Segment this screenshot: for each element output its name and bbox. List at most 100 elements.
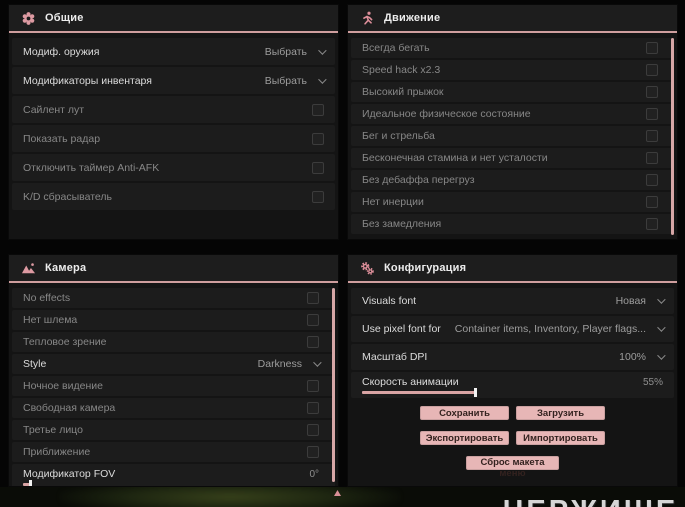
setting-row[interactable]: Третье лицо xyxy=(12,420,335,440)
config-button[interactable]: Импортировать xyxy=(516,431,605,445)
slider-fill xyxy=(362,391,475,394)
setting-row[interactable]: Всегда бегать xyxy=(351,38,674,58)
checkbox[interactable] xyxy=(307,336,319,348)
setting-row[interactable]: Без замедления xyxy=(351,214,674,234)
dropdown-value: Новая xyxy=(615,295,646,307)
dropdown[interactable]: Container items, Inventory, Player flags… xyxy=(455,323,666,335)
dropdown[interactable]: Выбрать xyxy=(264,74,327,87)
checkbox[interactable] xyxy=(646,218,658,230)
dropdown[interactable]: 100% xyxy=(619,351,666,363)
setting-label: Всегда бегать xyxy=(362,42,430,54)
dropdown-value: 100% xyxy=(619,351,646,363)
dropdown[interactable]: Выбрать xyxy=(264,45,327,58)
panel-config: Конфигурация Visuals font Новая Use pixel … xyxy=(347,254,678,487)
checkbox[interactable] xyxy=(646,174,658,186)
setting-label: Без замедления xyxy=(362,218,442,230)
panel-config-header: Конфигурация xyxy=(348,255,677,283)
slider-value: 55% xyxy=(642,376,663,388)
checkbox[interactable] xyxy=(646,196,658,208)
config-button[interactable]: Сброс макета меню xyxy=(466,456,559,479)
config-settings: Visuals font Новая Use pixel font for Conta… xyxy=(351,288,674,398)
double-gear-icon xyxy=(361,261,374,275)
slider-handle[interactable] xyxy=(473,388,477,397)
setting-label: Модификаторы инвентаря xyxy=(23,74,152,87)
dropdown-value: Выбрать xyxy=(264,74,307,87)
setting-row[interactable]: Идеальное физическое состояние xyxy=(351,104,674,124)
panel-title: Общие xyxy=(45,12,84,24)
chevron-down-icon xyxy=(657,351,666,360)
slider-handle[interactable] xyxy=(29,480,33,486)
setting-row[interactable]: Отключить таймер Anti-AFK xyxy=(12,154,335,181)
checkbox[interactable] xyxy=(646,108,658,120)
setting-row[interactable]: No effects xyxy=(12,288,335,308)
checkbox[interactable] xyxy=(307,402,319,414)
config-button[interactable]: Загрузить xyxy=(516,406,605,420)
checkbox[interactable] xyxy=(646,130,658,142)
dropdown[interactable]: Новая xyxy=(615,295,666,307)
setting-label: Тепловое зрение xyxy=(23,336,107,348)
dropdown-value: Выбрать xyxy=(264,45,307,58)
slider-track[interactable] xyxy=(362,388,567,397)
setting-row: Масштаб DPI 100% xyxy=(351,344,674,370)
slider-track[interactable] xyxy=(23,480,319,486)
camera-scrollbar[interactable] xyxy=(332,288,335,482)
setting-label: Нет шлема xyxy=(23,314,78,326)
config-button[interactable]: Сохранить xyxy=(420,406,509,420)
setting-row[interactable]: Нет шлема xyxy=(12,310,335,330)
setting-label: No effects xyxy=(23,292,71,304)
checkbox[interactable] xyxy=(307,446,319,458)
panel-title: Конфигурация xyxy=(384,262,467,274)
setting-label: Идеальное физическое состояние xyxy=(362,108,531,120)
checkbox[interactable] xyxy=(646,86,658,98)
movement-scrollbar[interactable] xyxy=(671,38,674,235)
checkbox[interactable] xyxy=(312,103,324,116)
checkbox[interactable] xyxy=(646,42,658,54)
config-button[interactable]: Экспортировать xyxy=(420,431,509,445)
setting-label: Масштаб DPI xyxy=(362,351,428,363)
setting-row[interactable]: Тепловое зрение xyxy=(12,332,335,352)
checkbox[interactable] xyxy=(307,380,319,392)
chevron-down-icon xyxy=(657,295,666,304)
chevron-down-icon xyxy=(313,358,322,367)
config-rows: Visuals font Новая Use pixel font for Conta… xyxy=(348,283,677,486)
setting-row: Скорость анимации 55% xyxy=(351,372,674,398)
checkbox[interactable] xyxy=(312,132,324,145)
setting-row[interactable]: Приближение xyxy=(12,442,335,462)
dropdown[interactable]: Darkness xyxy=(258,358,322,370)
setting-row[interactable]: Нет инерции xyxy=(351,192,674,212)
chevron-down-icon xyxy=(318,45,327,55)
setting-label: Бег и стрельба xyxy=(362,130,435,142)
setting-row[interactable]: Свободная камера xyxy=(12,398,335,418)
setting-label: Бесконечная стамина и нет усталости xyxy=(362,152,548,164)
setting-row[interactable]: Бег и стрельба xyxy=(351,126,674,146)
checkbox[interactable] xyxy=(312,161,324,174)
setting-row[interactable]: Ночное видение xyxy=(12,376,335,396)
setting-label: Speed hack x2.3 xyxy=(362,64,441,76)
game-background-glow xyxy=(60,487,400,507)
setting-row[interactable]: Без дебаффа перегруз xyxy=(351,170,674,190)
setting-label: Visuals font xyxy=(362,295,417,307)
setting-row[interactable]: Показать радар xyxy=(12,125,335,152)
setting-label: Свободная камера xyxy=(23,402,116,414)
checkbox[interactable] xyxy=(312,190,324,203)
setting-row[interactable]: Высокий прыжок xyxy=(351,82,674,102)
setting-row[interactable]: Сайлент лут xyxy=(12,96,335,123)
general-rows: Модиф. оружия Выбрать Модификаторы инвента… xyxy=(9,33,338,239)
checkbox[interactable] xyxy=(307,292,319,304)
checkbox[interactable] xyxy=(646,152,658,164)
checkbox[interactable] xyxy=(646,64,658,76)
setting-row[interactable]: Бесконечная стамина и нет усталости xyxy=(351,148,674,168)
setting-label: Приближение xyxy=(23,446,91,458)
checkbox[interactable] xyxy=(307,424,319,436)
setting-label: Ночное видение xyxy=(23,380,103,392)
setting-label: Нет инерции xyxy=(362,196,424,208)
setting-label: K/D сбрасыватель xyxy=(23,190,113,203)
panel-title: Камера xyxy=(45,262,87,274)
setting-label: Скорость анимации xyxy=(362,376,459,388)
setting-row[interactable]: K/D сбрасыватель xyxy=(12,183,335,210)
running-person-icon xyxy=(363,11,373,25)
setting-row[interactable]: Speed hack x2.3 xyxy=(351,60,674,80)
movement-rows: Всегда бегать Speed hack x2.3 Высокий прыж… xyxy=(348,33,677,239)
panel-title: Движение xyxy=(384,12,441,24)
checkbox[interactable] xyxy=(307,314,319,326)
